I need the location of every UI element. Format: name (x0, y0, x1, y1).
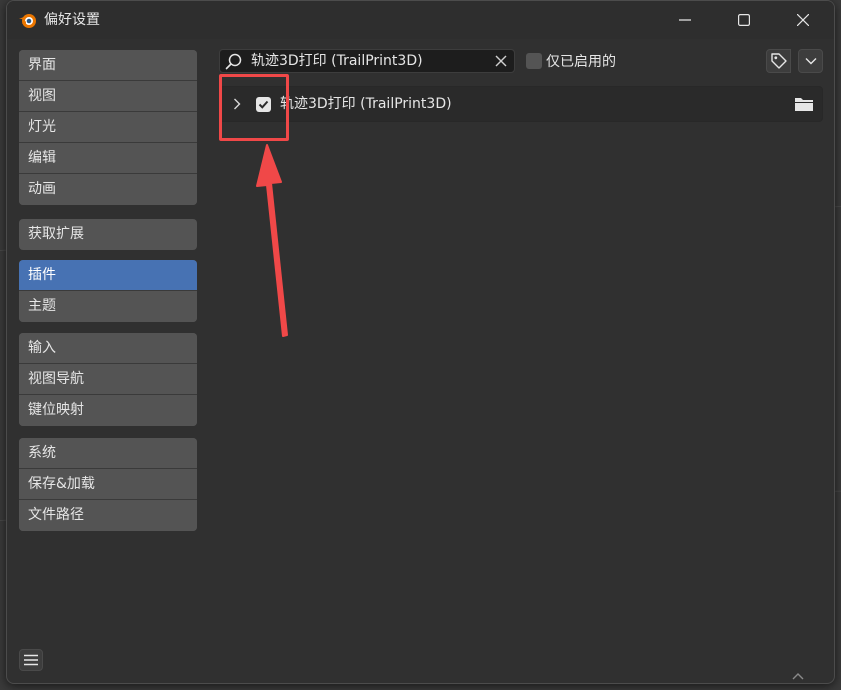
title-bar: 偏好设置 (7, 1, 834, 39)
maximize-button[interactable] (715, 1, 773, 39)
close-icon (797, 14, 809, 26)
sidebar-item-lights[interactable]: 灯光 (19, 112, 197, 143)
sidebar-item-file-paths[interactable]: 文件路径 (19, 500, 197, 531)
enabled-only-toggle[interactable]: 仅已启用的 (526, 51, 616, 71)
enabled-only-label: 仅已启用的 (546, 54, 616, 70)
sidebar-item-addons[interactable]: 插件 (19, 260, 197, 291)
tag-filter-button[interactable] (766, 49, 791, 73)
chevron-up-icon[interactable] (791, 671, 805, 681)
blender-icon (19, 14, 36, 28)
sidebar-group-addons: 插件 主题 (19, 260, 197, 322)
annotation-highlight-box (219, 74, 289, 141)
addon-search-input[interactable]: 轨迹3D打印 (TrailPrint3D) (219, 49, 515, 73)
search-value: 轨迹3D打印 (TrailPrint3D) (251, 53, 423, 69)
sidebar-item-editing[interactable]: 编辑 (19, 143, 197, 174)
tag-filter-dropdown[interactable] (798, 49, 823, 73)
minimize-button[interactable] (656, 1, 714, 39)
sidebar-item-themes[interactable]: 主题 (19, 291, 197, 322)
addon-name: 轨迹3D打印 (TrailPrint3D) (280, 96, 452, 112)
chevron-down-icon (805, 58, 816, 65)
tag-icon (770, 53, 787, 69)
sidebar-item-viewport[interactable]: 视图 (19, 81, 197, 112)
annotation-arrow-icon (256, 144, 288, 337)
sidebar-group-display: 界面 视图 灯光 编辑 动画 (19, 50, 197, 205)
clear-search-icon[interactable] (492, 52, 510, 70)
close-window-button[interactable] (774, 1, 832, 39)
maximize-icon (738, 14, 750, 26)
sidebar-item-navigation[interactable]: 视图导航 (19, 364, 197, 395)
sidebar-item-input[interactable]: 输入 (19, 333, 197, 364)
sidebar-item-get-extensions[interactable]: 获取扩展 (19, 219, 197, 250)
sidebar-item-keymap[interactable]: 键位映射 (19, 395, 197, 426)
sidebar-item-save-load[interactable]: 保存&加载 (19, 469, 197, 500)
folder-icon[interactable] (794, 95, 814, 113)
search-icon (225, 53, 242, 70)
addon-row: 轨迹3D打印 (TrailPrint3D) (219, 86, 823, 122)
sidebar-group-extensions: 获取扩展 (19, 219, 197, 250)
sidebar-item-interface[interactable]: 界面 (19, 50, 197, 81)
preferences-menu-button[interactable] (19, 649, 43, 671)
preferences-window: 偏好设置 界面 视图 灯光 编辑 动画 获取扩展 插件 主题 输入 视图导航 键… (6, 0, 835, 684)
sidebar-group-system: 系统 保存&加载 文件路径 (19, 438, 197, 531)
sidebar-item-animation[interactable]: 动画 (19, 174, 197, 205)
sidebar-item-system[interactable]: 系统 (19, 438, 197, 469)
minimize-icon (679, 19, 691, 21)
hamburger-menu-icon (24, 654, 38, 666)
window-title: 偏好设置 (44, 12, 100, 28)
sidebar-group-input: 输入 视图导航 键位映射 (19, 333, 197, 426)
enabled-only-checkbox[interactable] (526, 53, 542, 69)
